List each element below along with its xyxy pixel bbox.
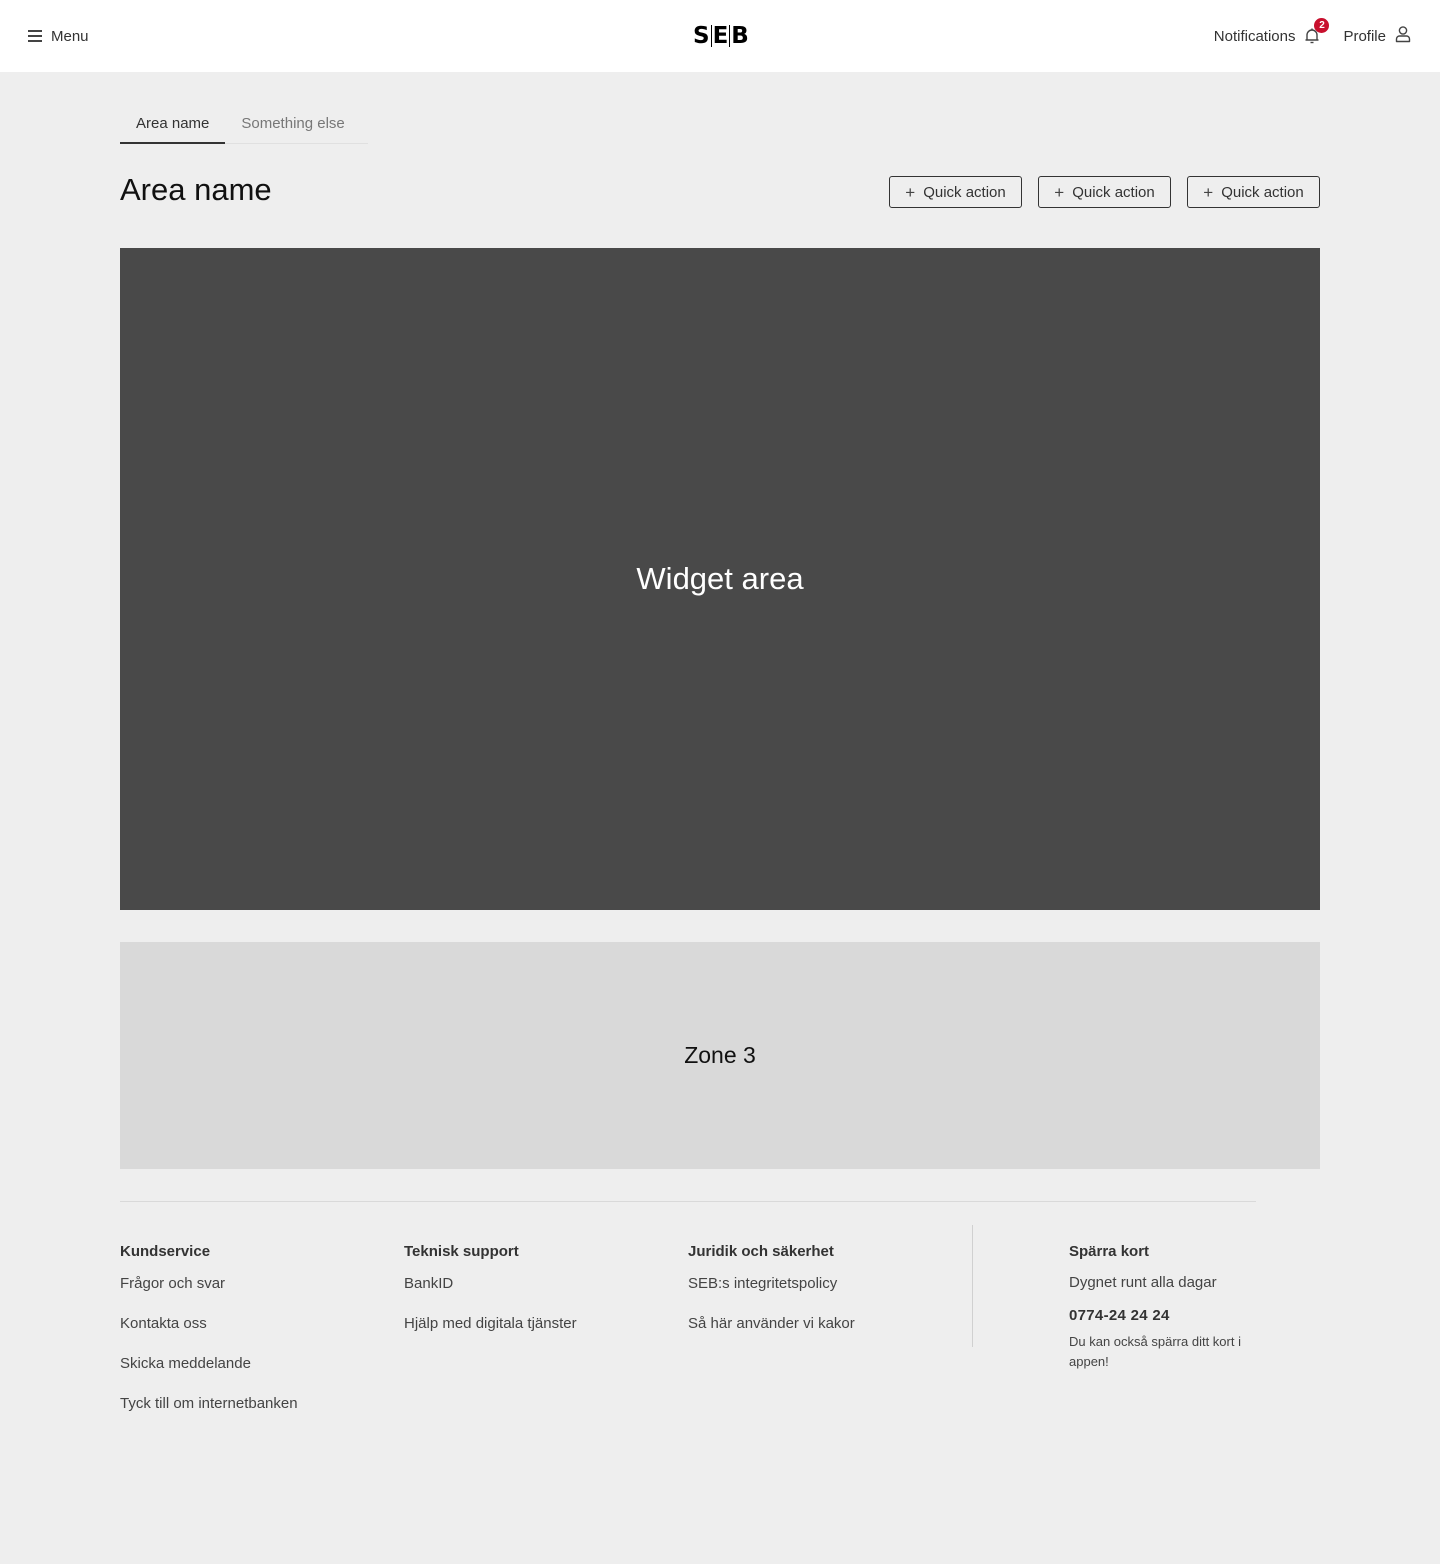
block-card-heading: Spärra kort — [1069, 1243, 1150, 1260]
bell-icon: 2 — [1303, 18, 1330, 45]
quick-actions: + Quick action + Quick action + Quick ac… — [889, 176, 1320, 208]
footer-link[interactable]: Hjälp med digitala tjänster — [404, 1314, 577, 1334]
footer-link[interactable]: BankID — [404, 1274, 577, 1294]
seb-logo[interactable]: S E B — [693, 23, 749, 49]
block-card-info: Spärra kort Dygnet runt alla dagar 0774-… — [1069, 1242, 1259, 1372]
logo-letter-b: B — [731, 23, 749, 49]
footer-link[interactable]: Skicka meddelande — [120, 1354, 298, 1374]
footer-link[interactable]: Kontakta oss — [120, 1314, 298, 1334]
plus-icon: + — [1054, 182, 1065, 202]
footer-heading: Juridik och säkerhet — [688, 1243, 834, 1260]
widget-area-label: Widget area — [636, 561, 804, 596]
quick-action-button[interactable]: + Quick action — [1038, 176, 1171, 208]
logo-letter-e: E — [712, 23, 729, 49]
zone-3-label: Zone 3 — [684, 1042, 756, 1068]
footer-heading: Kundservice — [120, 1243, 211, 1260]
profile-label: Profile — [1343, 27, 1386, 45]
user-icon — [1394, 25, 1412, 47]
block-card-availability: Dygnet runt alla dagar — [1069, 1274, 1217, 1291]
menu-label: Menu — [51, 27, 89, 45]
quick-action-label: Quick action — [923, 183, 1006, 201]
hamburger-icon — [28, 30, 42, 42]
tab-something-else[interactable]: Something else — [225, 104, 360, 144]
page-title: Area name — [120, 172, 272, 207]
quick-action-button[interactable]: + Quick action — [1187, 176, 1320, 208]
logo-divider — [710, 25, 712, 47]
footer-column-teknisk-support: Teknisk support BankID Hjälp med digital… — [404, 1242, 577, 1354]
quick-action-label: Quick action — [1221, 183, 1304, 201]
header-actions: Notifications 2 Profile — [1213, 18, 1412, 50]
notifications-button[interactable]: Notifications 2 — [1213, 18, 1330, 45]
notifications-label: Notifications — [1213, 27, 1296, 45]
footer-heading: Teknisk support — [404, 1243, 519, 1260]
block-card-note: Du kan också spärra ditt kort i appen! — [1069, 1334, 1241, 1369]
footer-column-juridik: Juridik och säkerhet SEB:s integritetspo… — [688, 1242, 855, 1354]
footer-vertical-divider — [972, 1225, 973, 1347]
quick-action-button[interactable]: + Quick action — [889, 176, 1022, 208]
footer-link[interactable]: Frågor och svar — [120, 1274, 298, 1294]
footer-link[interactable]: Tyck till om internetbanken — [120, 1394, 298, 1414]
menu-button[interactable]: Menu — [28, 24, 89, 48]
footer-column-kundservice: Kundservice Frågor och svar Kontakta oss… — [120, 1242, 298, 1434]
footer-divider — [120, 1201, 1256, 1202]
logo-letter-s: S — [693, 23, 710, 49]
profile-button[interactable]: Profile — [1343, 25, 1412, 47]
footer-link[interactable]: Så här använder vi kakor — [688, 1314, 855, 1334]
block-card-phone[interactable]: 0774-24 24 24 — [1069, 1306, 1259, 1326]
logo-divider — [729, 25, 731, 47]
notifications-count-badge: 2 — [1314, 18, 1330, 33]
plus-icon: + — [1203, 182, 1214, 202]
area-tabs: Area name Something else — [120, 104, 368, 144]
plus-icon: + — [905, 182, 916, 202]
top-navigation-bar: Menu S E B Notifications 2 Profile — [0, 0, 1440, 72]
footer-link[interactable]: SEB:s integritetspolicy — [688, 1274, 855, 1294]
quick-action-label: Quick action — [1072, 183, 1155, 201]
tab-area-name[interactable]: Area name — [120, 104, 226, 144]
widget-area: Widget area — [120, 248, 1320, 910]
zone-3: Zone 3 — [120, 942, 1320, 1169]
